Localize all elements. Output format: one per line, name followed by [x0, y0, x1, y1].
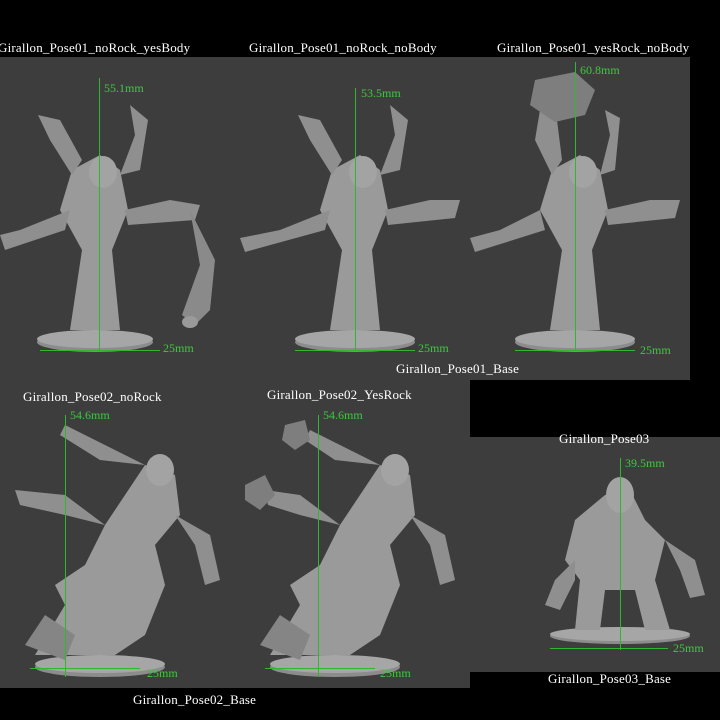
base-line-pose02-b	[265, 668, 375, 669]
label-pose03: Girallon_Pose03	[559, 431, 650, 446]
label-pose01-base: Girallon_Pose01_Base	[396, 361, 520, 376]
height-label-pose03: 39.5mm	[625, 456, 665, 470]
girallon-figure-pose01-c	[470, 72, 680, 352]
base-label-pose01-c: 25mm	[640, 343, 671, 357]
base-line-pose01-c	[515, 350, 635, 351]
base-line-pose02-a	[30, 668, 140, 669]
girallon-figure-pose03	[545, 477, 705, 644]
base-line-pose01-b	[295, 350, 415, 351]
girallon-figure-pose02-a	[15, 425, 220, 677]
label-pose02-yesRock: Girallon_Pose02_YesRock	[267, 387, 412, 402]
height-label-pose02-a: 54.6mm	[70, 408, 110, 422]
girallon-figure-pose02-b	[245, 420, 455, 677]
height-line-pose01-a	[99, 78, 100, 350]
height-line-pose01-c	[575, 62, 576, 350]
height-label-pose02-b: 54.6mm	[323, 408, 363, 422]
label-pose01-noRock-yesBody: Girallon_Pose01_noRock_yesBody	[0, 40, 191, 55]
label-pose02-noRock: Girallon_Pose02_noRock	[23, 389, 162, 404]
base-label-pose01-a: 25mm	[163, 341, 194, 355]
base-line-pose01-a	[40, 350, 160, 351]
girallon-figure-pose01-a	[0, 105, 215, 352]
height-line-pose02-b	[318, 415, 319, 677]
height-label-pose01-c: 60.8mm	[580, 63, 620, 77]
height-line-pose03	[620, 458, 621, 650]
label-pose01-yesRock-noBody: Girallon_Pose01_yesRock_noBody	[497, 40, 690, 55]
base-label-pose01-b: 25mm	[418, 341, 449, 355]
height-label-pose01-a: 55.1mm	[104, 81, 144, 95]
base-label-pose02-a: 25mm	[147, 666, 178, 680]
base-label-pose03: 25mm	[673, 641, 704, 655]
height-line-pose02-a	[65, 415, 66, 677]
label-pose03-base: Girallon_Pose03_Base	[548, 671, 672, 686]
height-label-pose01-b: 53.5mm	[361, 86, 401, 100]
label-pose01-noRock-noBody: Girallon_Pose01_noRock_noBody	[249, 40, 437, 55]
height-line-pose01-b	[355, 88, 356, 350]
base-label-pose02-b: 25mm	[380, 666, 411, 680]
label-pose02-base: Girallon_Pose02_Base	[133, 692, 257, 707]
base-line-pose03	[550, 648, 668, 649]
